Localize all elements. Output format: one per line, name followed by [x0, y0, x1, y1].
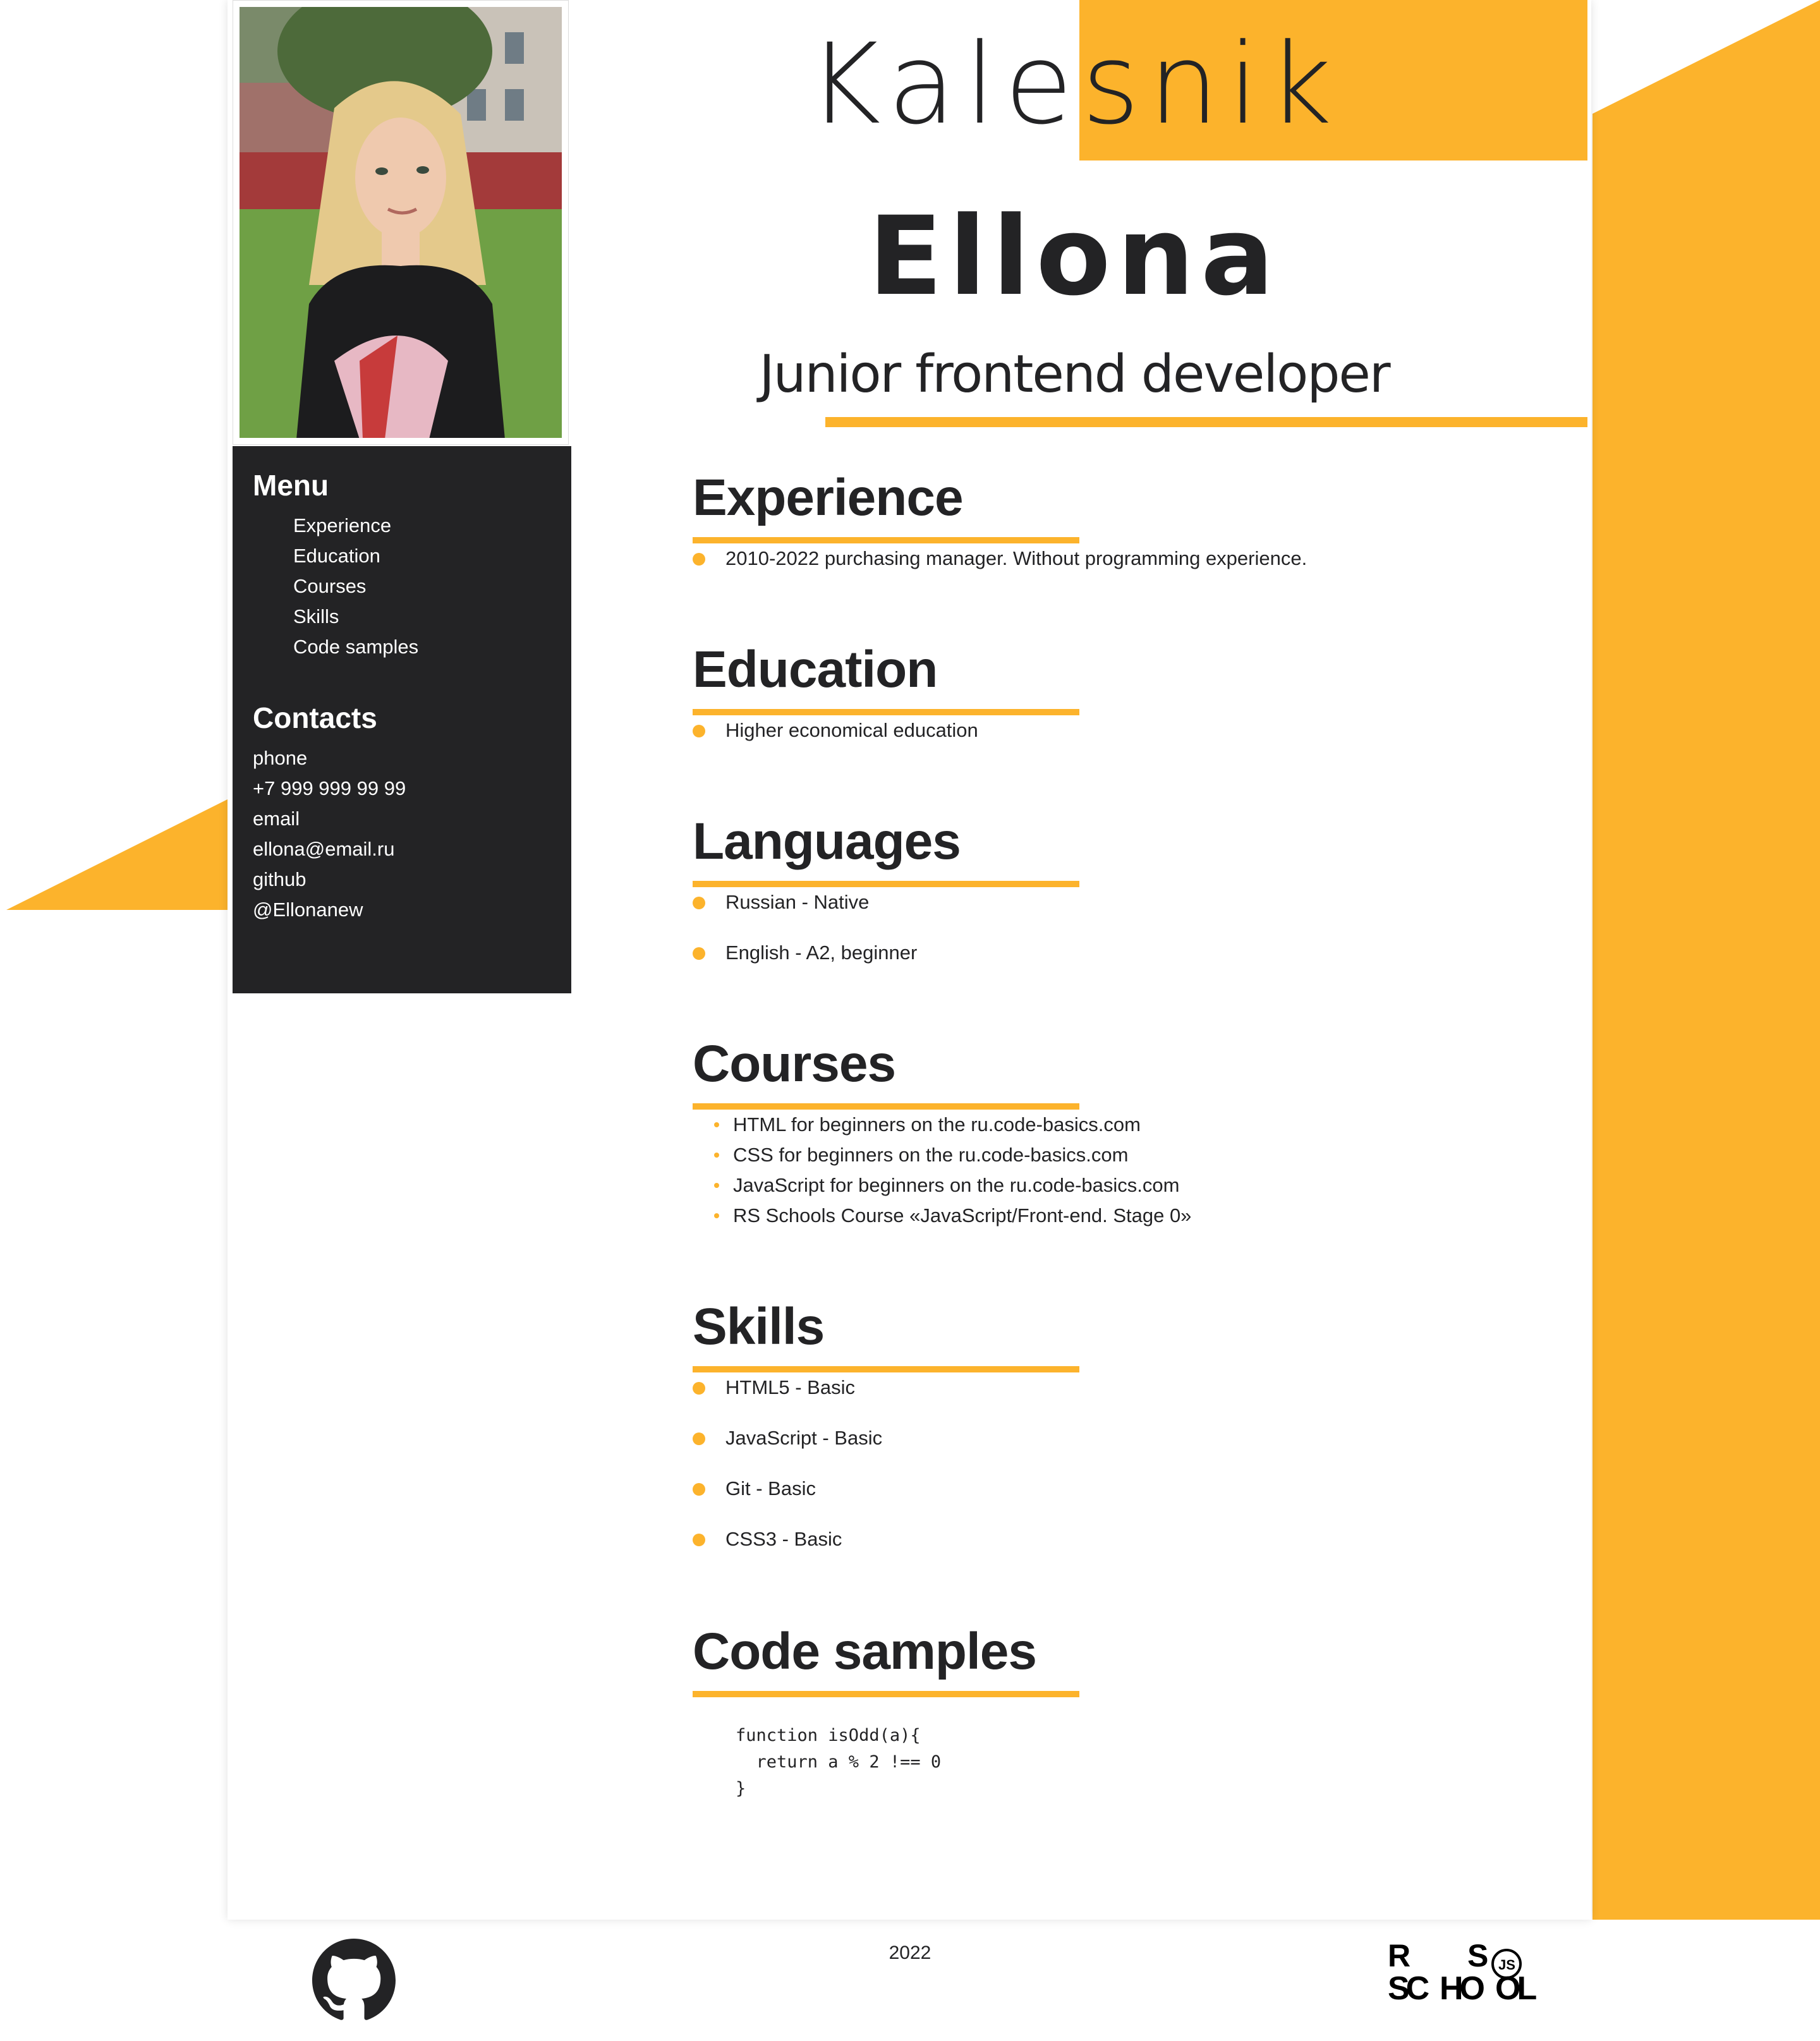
- education-title: Education: [693, 641, 938, 698]
- languages-title: Languages: [693, 813, 961, 870]
- list-item: Git - Basic: [693, 1474, 1514, 1504]
- skills-title: Skills: [693, 1298, 825, 1355]
- education-section: Education Higher economical education: [693, 639, 1514, 746]
- courses-list: HTML for beginners on the ru.code-basics…: [693, 1110, 1514, 1231]
- skills-list: HTML5 - Basic JavaScript - Basic Git - B…: [693, 1372, 1514, 1554]
- experience-list: 2010-2022 purchasing manager. Without pr…: [693, 543, 1514, 574]
- courses-section: Courses HTML for beginners on the ru.cod…: [693, 1034, 1514, 1231]
- list-item: 2010-2022 purchasing manager. Without pr…: [693, 543, 1514, 574]
- education-underline: [693, 709, 1079, 715]
- list-item: RS Schools Course «JavaScript/Front-end.…: [714, 1201, 1514, 1231]
- menu-item-experience[interactable]: Experience: [293, 511, 551, 541]
- contact-phone-link[interactable]: +7 999 999 99 99: [253, 773, 551, 804]
- decorative-yellow-triangle: [6, 799, 229, 910]
- menu-item-education[interactable]: Education: [293, 541, 551, 571]
- footer-year: 2022: [889, 1942, 931, 1963]
- last-name: Kalesnik: [808, 20, 1341, 149]
- experience-section: Experience 2010-2022 purchasing manager.…: [693, 468, 1514, 574]
- list-item: JavaScript for beginners on the ru.code-…: [714, 1170, 1514, 1201]
- education-list: Higher economical education: [693, 715, 1514, 746]
- list-item: CSS3 - Basic: [693, 1524, 1514, 1554]
- menu-item-code-samples[interactable]: Code samples: [293, 632, 551, 662]
- languages-section: Languages Russian - Native English - A2,…: [693, 811, 1514, 988]
- menu-title: Menu: [253, 469, 329, 502]
- contact-phone-label: phone: [253, 747, 308, 769]
- list-item: HTML for beginners on the ru.code-basics…: [714, 1110, 1514, 1140]
- menu-list: Experience Education Courses Skills Code…: [253, 511, 551, 662]
- list-item: Russian - Native: [693, 887, 1514, 918]
- code-block: function isOdd(a){ return a % 2 !== 0 }: [736, 1726, 942, 1798]
- languages-list: Russian - Native English - A2, beginner: [693, 887, 1514, 968]
- contacts-list: phone +7 999 999 99 99 email ellona@emai…: [253, 743, 551, 925]
- profile-photo-frame: [233, 0, 569, 445]
- list-item: JavaScript - Basic: [693, 1423, 1514, 1453]
- menu-item-courses[interactable]: Courses: [293, 571, 551, 602]
- list-item: Higher economical education: [693, 715, 1514, 746]
- first-name: Ellona: [868, 193, 1281, 320]
- profile-photo: [240, 7, 562, 438]
- contacts-title: Contacts: [253, 701, 377, 734]
- svg-text:SC: SC: [1388, 1970, 1429, 2003]
- code-samples-underline: [693, 1691, 1079, 1697]
- github-icon[interactable]: [312, 1939, 396, 2022]
- svg-text:S: S: [1467, 1940, 1488, 1973]
- menu-item-skills[interactable]: Skills: [293, 602, 551, 632]
- languages-underline: [693, 881, 1079, 887]
- courses-title: Courses: [693, 1035, 896, 1093]
- contact-email-label: email: [253, 808, 300, 830]
- svg-text:R: R: [1388, 1940, 1410, 1973]
- experience-underline: [693, 537, 1079, 543]
- list-item: HTML5 - Basic: [693, 1372, 1514, 1403]
- rs-school-logo[interactable]: R S SC HO OL JS: [1388, 1938, 1546, 2007]
- skills-section: Skills HTML5 - Basic JavaScript - Basic …: [693, 1297, 1514, 1575]
- position-underline: [825, 417, 1587, 427]
- courses-underline: [693, 1103, 1079, 1110]
- sidebar: Menu Experience Education Courses Skills…: [233, 446, 571, 993]
- list-item: English - A2, beginner: [693, 938, 1514, 968]
- decorative-yellow-band: [1592, 0, 1820, 1920]
- svg-text:HO: HO: [1440, 1970, 1484, 2003]
- skills-underline: [693, 1366, 1079, 1372]
- job-position: Junior frontend developer: [759, 344, 1390, 404]
- contact-email-link[interactable]: ellona@email.ru: [253, 834, 551, 864]
- experience-title: Experience: [693, 469, 964, 526]
- contact-github-link[interactable]: @Ellonanew: [253, 895, 551, 925]
- contact-github-label: github: [253, 868, 306, 890]
- code-samples-section: Code samples function isOdd(a){ return a…: [693, 1621, 1514, 1802]
- list-item: CSS for beginners on the ru.code-basics.…: [714, 1140, 1514, 1170]
- svg-text:JS: JS: [1498, 1957, 1515, 1973]
- code-samples-title: Code samples: [693, 1623, 1037, 1680]
